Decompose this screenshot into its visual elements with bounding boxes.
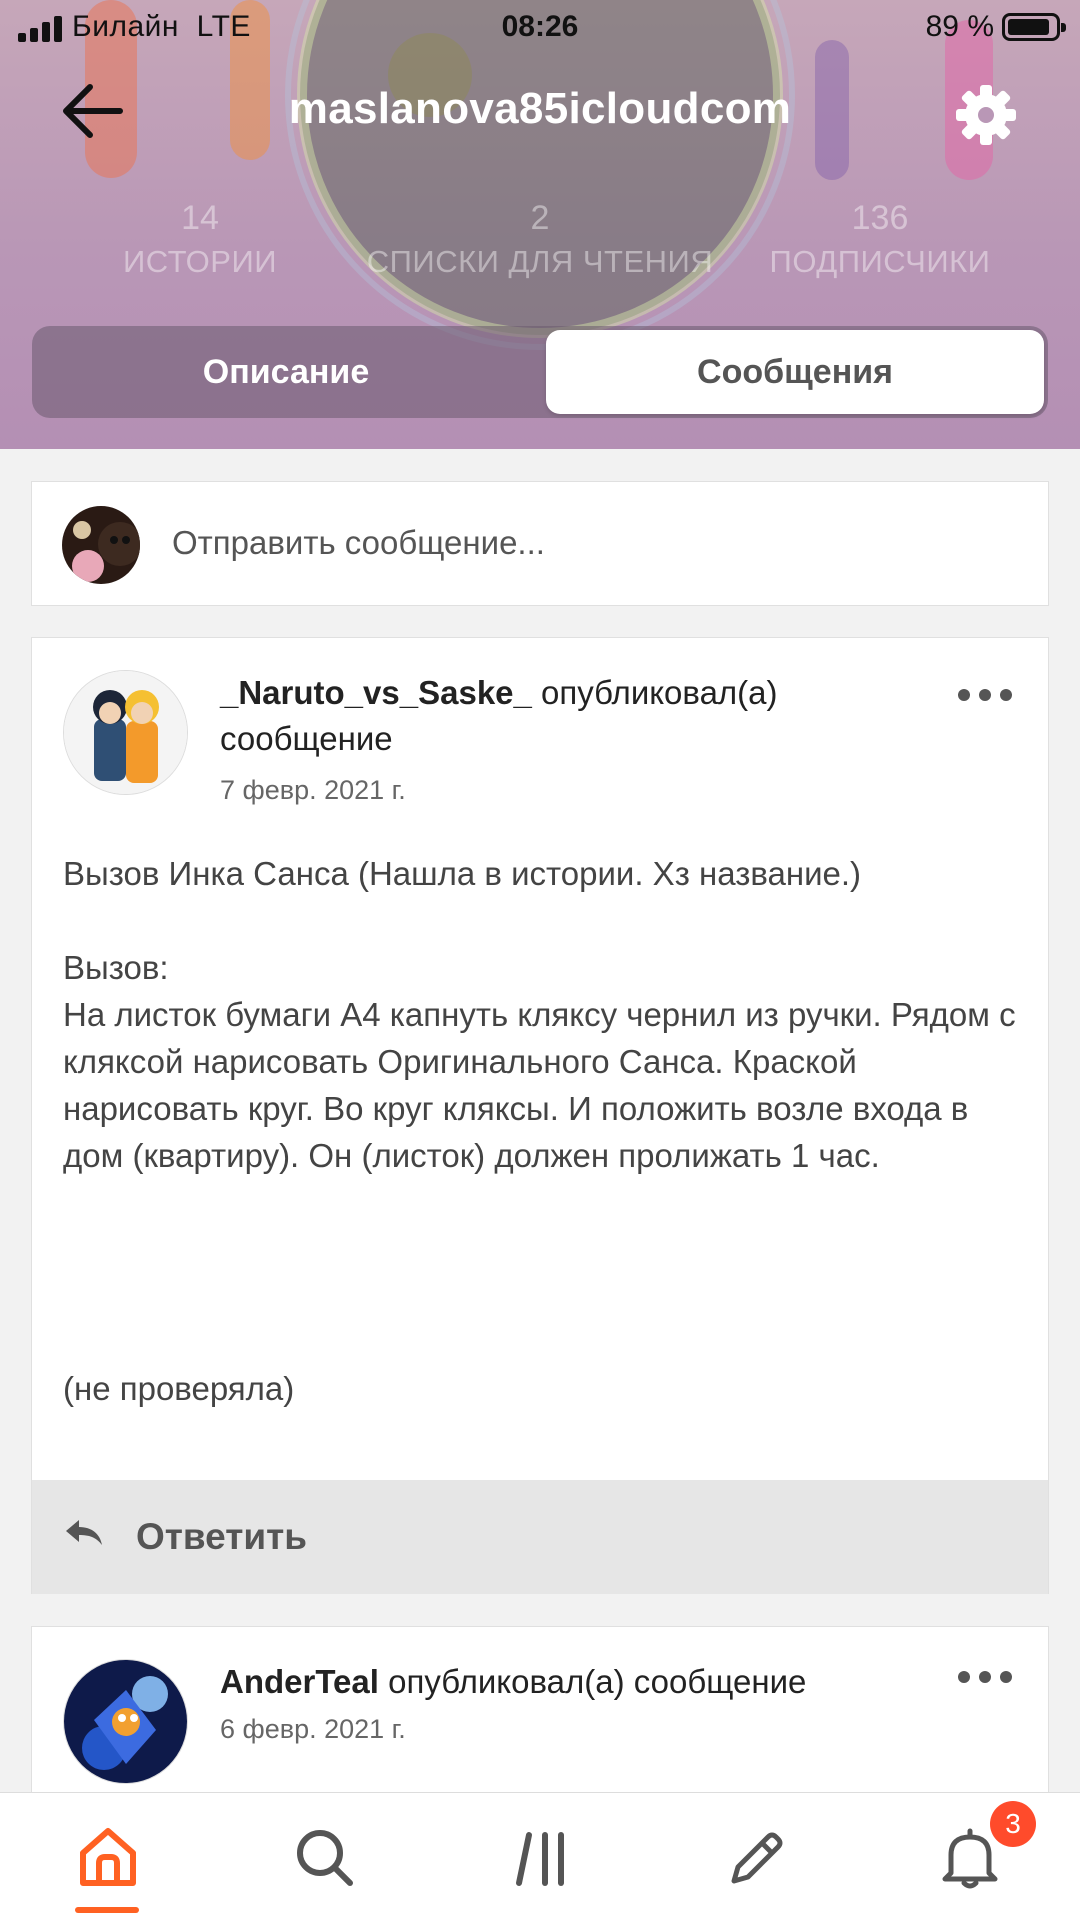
- arrow-left-icon: [63, 84, 123, 138]
- stat-reading-lists[interactable]: 2 СПИСКИ ДЛЯ ЧТЕНИЯ: [340, 196, 740, 284]
- stat-stories[interactable]: 14 ИСТОРИИ: [100, 196, 300, 284]
- nav-home[interactable]: [73, 1823, 143, 1893]
- stat-stories-value: 14: [181, 199, 219, 237]
- stat-followers-label: ПОДПИСЧИКИ: [769, 244, 991, 279]
- nav-search[interactable]: [290, 1823, 360, 1893]
- post-author-avatar[interactable]: [63, 1659, 188, 1784]
- post-author-avatar[interactable]: [63, 670, 188, 795]
- post-header: _Naruto_vs_Saske_ опубликовал(а) сообщен…: [220, 670, 860, 762]
- more-options-button[interactable]: [954, 676, 1016, 716]
- post-body-text: Вызов Инка Санса (Нашла в истории. Хз на…: [63, 855, 1016, 1174]
- post-action-text: опубликовал(а) сообщение: [388, 1663, 807, 1700]
- profile-username: maslanova85icloudcom: [288, 84, 792, 133]
- tab-messages[interactable]: Сообщения: [546, 330, 1044, 414]
- reply-label: Ответить: [136, 1516, 307, 1557]
- stat-followers-value: 136: [851, 199, 909, 237]
- reply-arrow-icon: [66, 1520, 102, 1545]
- send-message-field[interactable]: Отправить сообщение...: [31, 481, 1049, 606]
- battery-percent: 89 %: [925, 10, 994, 43]
- back-button[interactable]: [58, 78, 128, 144]
- clock: 08:26: [501, 10, 579, 43]
- current-user-avatar: [62, 506, 140, 584]
- stat-followers[interactable]: 136 ПОДПИСЧИКИ: [740, 196, 1020, 284]
- post-author-name[interactable]: _Naruto_vs_Saske_: [220, 674, 532, 711]
- battery-icon: [1002, 13, 1066, 41]
- active-tab-indicator: [75, 1907, 139, 1913]
- bottom-navigation: 3: [0, 1792, 1080, 1920]
- post-date: 7 февр. 2021 г.: [220, 775, 406, 805]
- pencil-icon: [731, 1832, 783, 1884]
- post-author-name[interactable]: AnderTeal: [220, 1663, 379, 1700]
- more-options-button[interactable]: [954, 1658, 1016, 1698]
- post-date: 6 февр. 2021 г.: [220, 1714, 406, 1744]
- reply-button[interactable]: Ответить: [32, 1480, 1048, 1594]
- post-header: AnderTeal опубликовал(а) сообщение: [220, 1659, 860, 1705]
- notification-badge: 3: [990, 1801, 1036, 1847]
- message-post: AnderTeal опубликовал(а) сообщение 6 фев…: [31, 1626, 1049, 1796]
- search-icon: [297, 1830, 353, 1886]
- home-icon: [80, 1828, 136, 1886]
- library-icon: [516, 1832, 564, 1886]
- profile-tabs: Описание Сообщения: [32, 326, 1048, 418]
- tab-about[interactable]: Описание: [36, 330, 536, 414]
- profile-header: Билайн LTE 08:26 89 % maslanova85icloudc…: [0, 0, 1080, 449]
- stat-reading-lists-value: 2: [530, 199, 550, 237]
- message-post: _Naruto_vs_Saske_ опубликовал(а) сообщен…: [31, 637, 1049, 1594]
- send-message-placeholder: Отправить сообщение...: [172, 524, 545, 561]
- nav-library[interactable]: [507, 1823, 577, 1893]
- stat-stories-label: ИСТОРИИ: [122, 244, 278, 279]
- settings-button[interactable]: [953, 82, 1019, 148]
- stat-reading-lists-label: СПИСКИ ДЛЯ ЧТЕНИЯ: [366, 244, 714, 279]
- post-note-text: (не проверяла): [63, 1370, 295, 1407]
- status-bar: Билайн LTE 08:26 89 %: [0, 0, 1080, 54]
- nav-write[interactable]: [720, 1823, 790, 1893]
- gear-icon: [956, 85, 1016, 145]
